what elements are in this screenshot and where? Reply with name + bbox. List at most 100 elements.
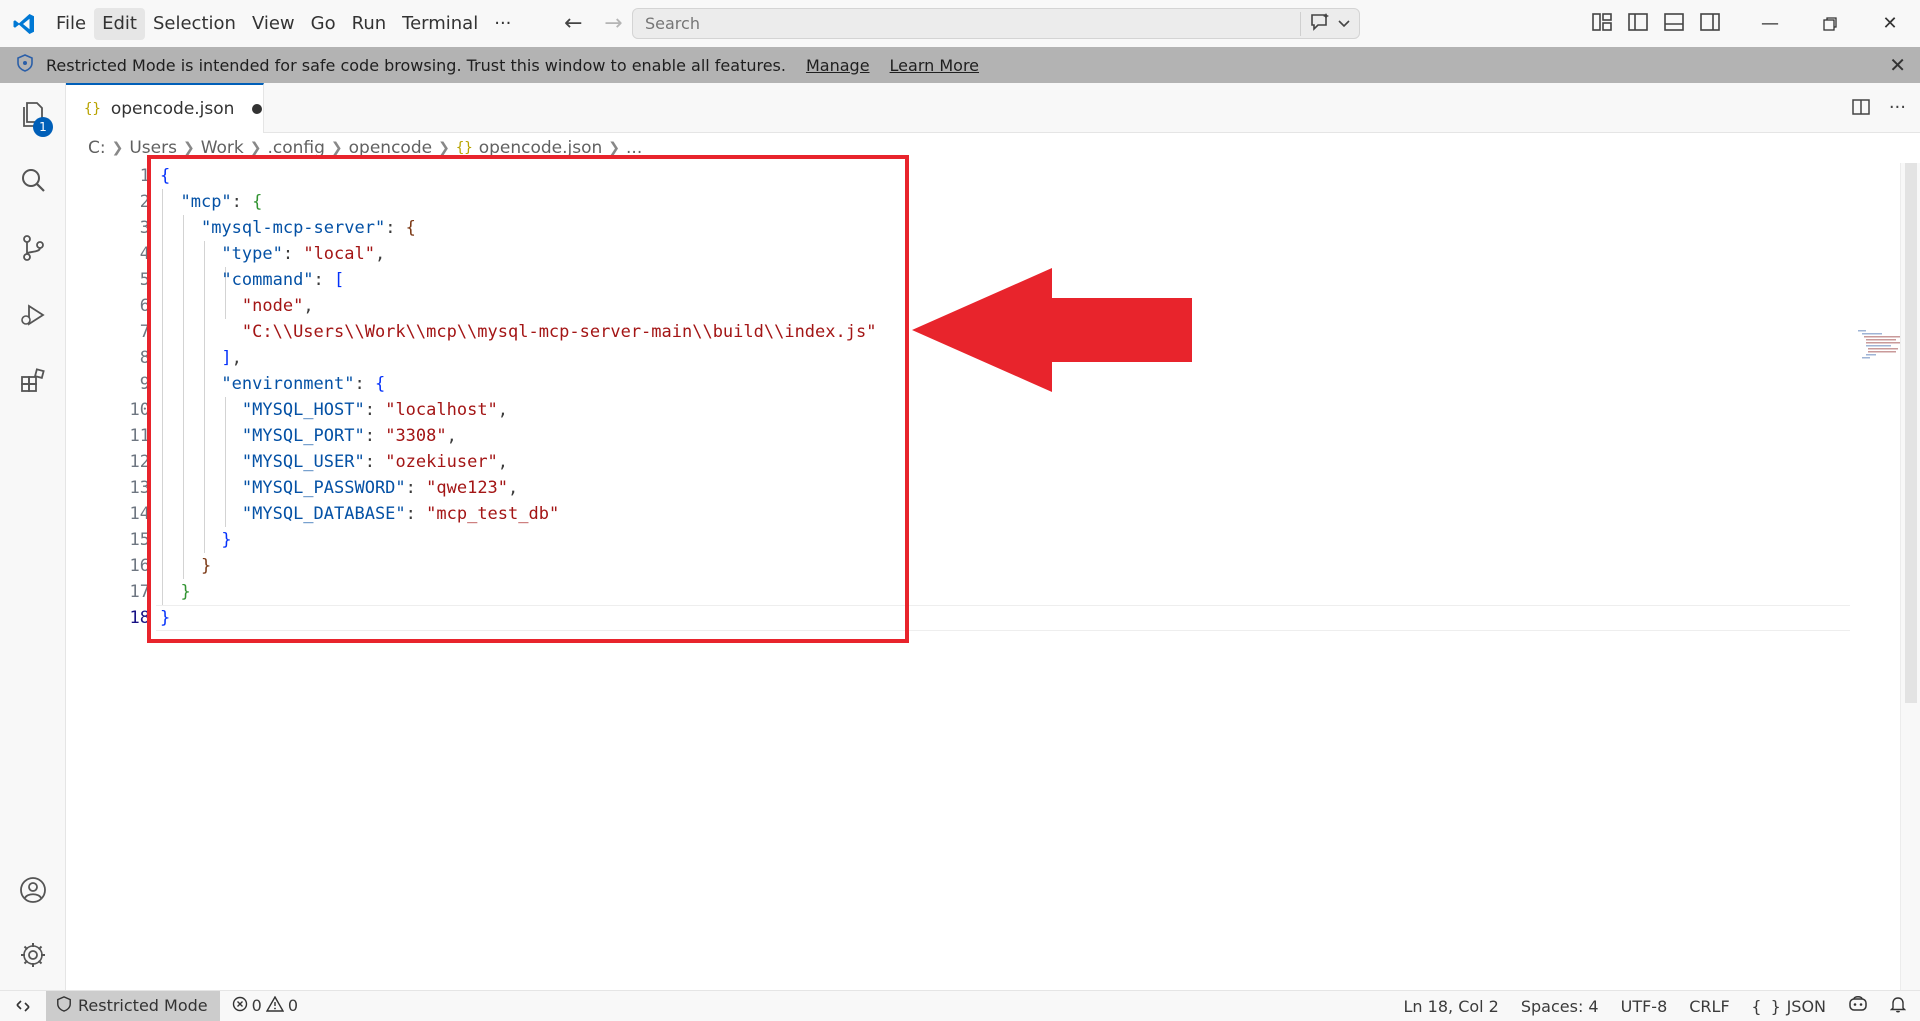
- error-count: 0: [251, 996, 262, 1015]
- line-number: 7: [139, 322, 150, 342]
- source-control-icon[interactable]: [0, 216, 66, 280]
- shield-icon: [16, 54, 34, 76]
- line-number: 14: [129, 504, 150, 524]
- line-number-active: 18: [129, 608, 150, 628]
- line-number: 8: [139, 348, 150, 368]
- warning-icon: [265, 995, 285, 1016]
- copilot-icon[interactable]: [1848, 995, 1868, 1017]
- extensions-icon[interactable]: [0, 349, 66, 413]
- chevron-right-icon: ❯: [182, 140, 195, 156]
- line-number: 13: [129, 478, 150, 498]
- tab-actions: ···: [1851, 97, 1906, 122]
- banner-manage-link[interactable]: Manage: [806, 56, 870, 75]
- minimize-icon[interactable]: —: [1740, 0, 1800, 47]
- window-controls: — ✕: [1740, 0, 1920, 47]
- title-bar: File Edit Selection View Go Run Terminal…: [0, 0, 1920, 47]
- toggle-panel-icon[interactable]: [1662, 10, 1686, 38]
- remote-icon[interactable]: [0, 991, 46, 1021]
- tab-opencode-json[interactable]: {} opencode.json: [66, 83, 264, 133]
- language-label: JSON: [1786, 996, 1826, 1016]
- run-debug-icon[interactable]: [0, 283, 66, 347]
- navigation-arrows: ← →: [559, 10, 627, 38]
- toggle-secondary-sidebar-icon[interactable]: [1698, 10, 1722, 38]
- menu-selection[interactable]: Selection: [145, 8, 244, 40]
- scrollbar-thumb[interactable]: [1905, 163, 1917, 703]
- editor-tab-bar: {} opencode.json ···: [66, 83, 1920, 133]
- cursor-position[interactable]: Ln 18, Col 2: [1404, 997, 1499, 1016]
- line-number: 17: [129, 582, 150, 602]
- editor-scrollbar[interactable]: [1900, 163, 1920, 990]
- activity-bar: 1: [0, 83, 66, 990]
- line-number: 12: [129, 452, 150, 472]
- forward-arrow-icon[interactable]: →: [599, 10, 627, 38]
- restricted-mode-indicator[interactable]: Restricted Mode: [46, 990, 220, 1021]
- search-placeholder: Search: [645, 14, 700, 33]
- menu-view[interactable]: View: [244, 8, 303, 40]
- chevron-right-icon: ❯: [608, 140, 621, 156]
- line-number-gutter: 1 2 3 4 5 6 7 8 9 10 11 12 13 14 15 16 1…: [66, 163, 150, 990]
- tab-label: opencode.json: [110, 99, 235, 119]
- menu-terminal[interactable]: Terminal: [394, 8, 486, 40]
- toggle-primary-sidebar-icon[interactable]: [1626, 10, 1650, 38]
- chat-icon[interactable]: [1309, 12, 1331, 36]
- vscode-logo-icon: [0, 0, 48, 47]
- chevron-right-icon: ❯: [438, 140, 450, 156]
- warning-count: 0: [287, 996, 298, 1015]
- split-editor-icon[interactable]: [1851, 97, 1871, 122]
- more-actions-icon[interactable]: ···: [1889, 97, 1906, 122]
- explorer-icon[interactable]: 1: [0, 83, 66, 147]
- banner-learn-more-link[interactable]: Learn More: [890, 56, 979, 75]
- encoding[interactable]: UTF-8: [1621, 997, 1668, 1016]
- chevron-right-icon: ❯: [111, 140, 124, 156]
- error-icon: [232, 996, 248, 1016]
- shield-icon: [56, 995, 72, 1016]
- indentation[interactable]: Spaces: 4: [1521, 997, 1599, 1016]
- end-of-line[interactable]: CRLF: [1689, 997, 1729, 1016]
- chevron-right-icon: ❯: [249, 140, 262, 156]
- line-number: 3: [139, 218, 150, 238]
- line-number: 6: [139, 296, 150, 316]
- customize-layout-icon[interactable]: [1590, 10, 1614, 38]
- close-icon[interactable]: ✕: [1889, 53, 1906, 77]
- menu-run[interactable]: Run: [344, 8, 395, 40]
- gear-icon[interactable]: [0, 923, 66, 987]
- restricted-mode-label: Restricted Mode: [78, 996, 208, 1015]
- language-mode[interactable]: { } JSON: [1752, 997, 1826, 1016]
- breadcrumb-item[interactable]: C:: [88, 138, 106, 158]
- json-file-icon: {}: [84, 101, 101, 117]
- unsaved-dot-icon[interactable]: [252, 104, 263, 114]
- line-number: 5: [139, 270, 150, 290]
- chevron-down-icon[interactable]: [1337, 15, 1351, 34]
- annotation-highlight-box: [147, 155, 909, 643]
- status-bar-right: Ln 18, Col 2 Spaces: 4 UTF-8 CRLF { } JSO…: [1404, 991, 1907, 1021]
- problems-indicator[interactable]: 0 0: [232, 995, 298, 1016]
- line-number: 10: [129, 400, 150, 420]
- menu-edit[interactable]: Edit: [94, 7, 145, 40]
- menu-bar: File Edit Selection View Go Run Terminal…: [48, 0, 519, 47]
- menu-more[interactable]: ···: [486, 8, 519, 40]
- bell-icon[interactable]: [1889, 995, 1907, 1017]
- restore-icon[interactable]: [1800, 0, 1860, 47]
- line-number: 16: [129, 556, 150, 576]
- close-window-icon[interactable]: ✕: [1860, 0, 1920, 47]
- layout-controls: [1590, 10, 1722, 38]
- line-number: 2: [139, 192, 150, 212]
- line-number: 11: [129, 426, 150, 446]
- account-icon[interactable]: [0, 858, 66, 922]
- explorer-badge: 1: [33, 117, 53, 137]
- menu-file[interactable]: File: [48, 8, 94, 40]
- line-number: 15: [129, 530, 150, 550]
- back-arrow-icon[interactable]: ←: [559, 10, 587, 38]
- status-bar: Restricted Mode 0 0 Ln 18, Col 2 Spaces:…: [0, 990, 1920, 1021]
- line-number: 4: [139, 244, 150, 264]
- annotation-arrow: [912, 268, 1192, 392]
- menu-go[interactable]: Go: [303, 8, 344, 40]
- line-number: 9: [139, 374, 150, 394]
- restricted-mode-banner: Restricted Mode is intended for safe cod…: [0, 47, 1920, 83]
- command-center-search[interactable]: Search: [632, 8, 1360, 39]
- chat-controls: [1300, 12, 1351, 36]
- search-icon[interactable]: [0, 149, 66, 213]
- line-number: 1: [139, 166, 150, 186]
- json-file-icon: {}: [455, 140, 473, 156]
- banner-message: Restricted Mode is intended for safe cod…: [46, 55, 786, 75]
